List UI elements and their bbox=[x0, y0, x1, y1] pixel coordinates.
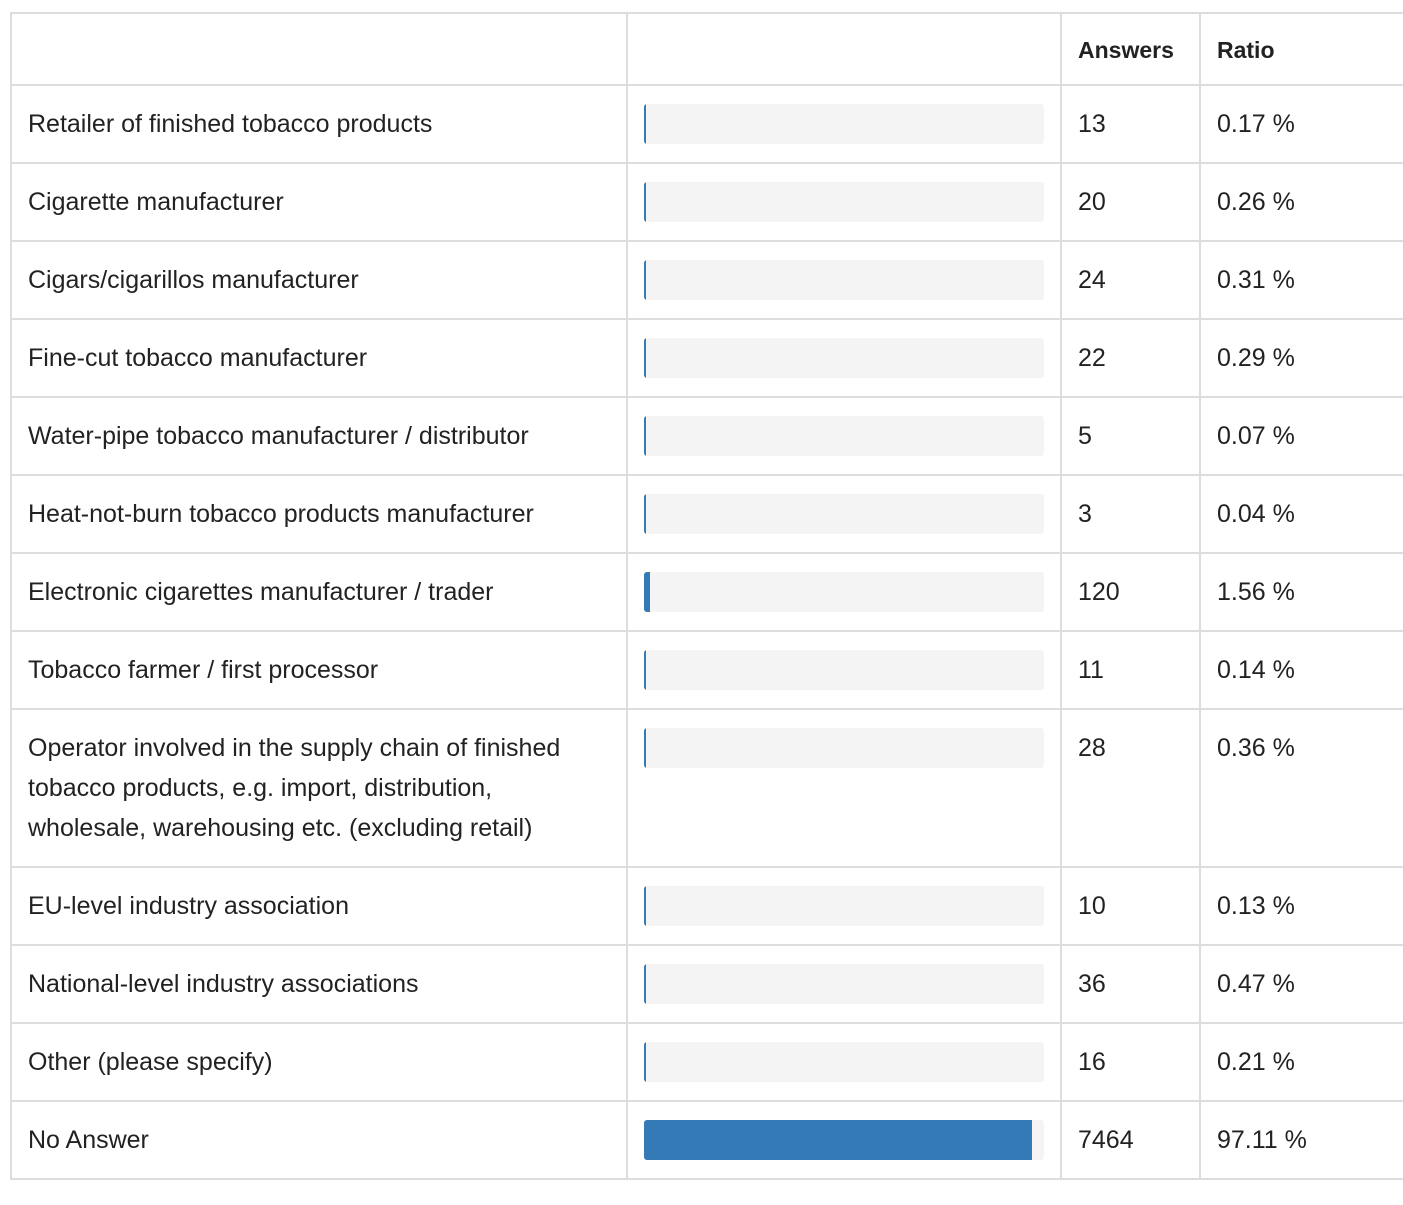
row-bar-cell bbox=[626, 162, 1062, 242]
row-answers: 7464 bbox=[1060, 1100, 1201, 1180]
progress-bar bbox=[644, 494, 1044, 534]
row-bar-cell bbox=[626, 1100, 1062, 1180]
results-table: Answers Ratio Retailer of finished tobac… bbox=[10, 12, 1403, 1180]
row-bar-cell bbox=[626, 866, 1062, 946]
row-answers: 120 bbox=[1060, 552, 1201, 632]
table-row: Heat-not-burn tobacco products manufactu… bbox=[10, 474, 1403, 554]
progress-bar-fill bbox=[644, 728, 646, 768]
progress-bar-fill bbox=[644, 494, 646, 534]
row-answers: 13 bbox=[1060, 84, 1201, 164]
row-answers: 10 bbox=[1060, 866, 1201, 946]
row-label: National-level industry associations bbox=[10, 944, 628, 1024]
progress-bar-fill bbox=[644, 572, 651, 612]
row-answers: 16 bbox=[1060, 1022, 1201, 1102]
row-label: Water-pipe tobacco manufacturer / distri… bbox=[10, 396, 628, 476]
row-ratio: 0.17 % bbox=[1199, 84, 1403, 164]
row-bar-cell bbox=[626, 318, 1062, 398]
row-ratio: 1.56 % bbox=[1199, 552, 1403, 632]
row-bar-cell bbox=[626, 396, 1062, 476]
table-body: Retailer of finished tobacco products 13 0… bbox=[10, 84, 1403, 1180]
progress-bar bbox=[644, 728, 1044, 768]
progress-bar bbox=[644, 650, 1044, 690]
row-bar-cell bbox=[626, 474, 1062, 554]
table-row: Cigarette manufacturer 20 0.26 % bbox=[10, 162, 1403, 242]
row-bar-cell bbox=[626, 240, 1062, 320]
progress-bar bbox=[644, 104, 1044, 144]
row-bar-cell bbox=[626, 84, 1062, 164]
row-bar-cell bbox=[626, 944, 1062, 1024]
progress-bar-fill bbox=[644, 886, 646, 926]
row-label: Operator involved in the supply chain of… bbox=[10, 708, 628, 868]
row-label: Retailer of finished tobacco products bbox=[10, 84, 628, 164]
table-row: National-level industry associations 36 0.… bbox=[10, 944, 1403, 1024]
row-label: Tobacco farmer / first processor bbox=[10, 630, 628, 710]
row-label: EU-level industry association bbox=[10, 866, 628, 946]
progress-bar bbox=[644, 964, 1044, 1004]
progress-bar-fill bbox=[644, 416, 646, 456]
progress-bar-fill bbox=[644, 650, 646, 690]
row-answers: 24 bbox=[1060, 240, 1201, 320]
header-label bbox=[10, 12, 628, 86]
header-bar bbox=[626, 12, 1062, 86]
table-row: Cigars/cigarillos manufacturer 24 0.31 % bbox=[10, 240, 1403, 320]
row-bar-cell bbox=[626, 552, 1062, 632]
progress-bar-fill bbox=[644, 182, 646, 222]
row-ratio: 0.21 % bbox=[1199, 1022, 1403, 1102]
progress-bar bbox=[644, 260, 1044, 300]
table-row: EU-level industry association 10 0.13 % bbox=[10, 866, 1403, 946]
row-answers: 28 bbox=[1060, 708, 1201, 868]
progress-bar bbox=[644, 182, 1044, 222]
row-ratio: 0.47 % bbox=[1199, 944, 1403, 1024]
table-row: Fine-cut tobacco manufacturer 22 0.29 % bbox=[10, 318, 1403, 398]
table-row: Other (please specify) 16 0.21 % bbox=[10, 1022, 1403, 1102]
progress-bar-fill bbox=[644, 1120, 1033, 1160]
table-row: Water-pipe tobacco manufacturer / distri… bbox=[10, 396, 1403, 476]
progress-bar bbox=[644, 572, 1044, 612]
row-ratio: 0.04 % bbox=[1199, 474, 1403, 554]
row-label: No Answer bbox=[10, 1100, 628, 1180]
progress-bar bbox=[644, 1042, 1044, 1082]
table-row: Operator involved in the supply chain of… bbox=[10, 708, 1403, 868]
table-row: Electronic cigarettes manufacturer / tra… bbox=[10, 552, 1403, 632]
row-ratio: 97.11 % bbox=[1199, 1100, 1403, 1180]
progress-bar-fill bbox=[644, 260, 646, 300]
progress-bar bbox=[644, 416, 1044, 456]
row-ratio: 0.26 % bbox=[1199, 162, 1403, 242]
row-ratio: 0.13 % bbox=[1199, 866, 1403, 946]
row-label: Cigars/cigarillos manufacturer bbox=[10, 240, 628, 320]
table-row: No Answer 7464 97.11 % bbox=[10, 1100, 1403, 1180]
progress-bar-fill bbox=[644, 338, 646, 378]
row-ratio: 0.31 % bbox=[1199, 240, 1403, 320]
table-row: Tobacco farmer / first processor 11 0.14 % bbox=[10, 630, 1403, 710]
progress-bar-fill bbox=[644, 104, 646, 144]
row-answers: 36 bbox=[1060, 944, 1201, 1024]
progress-bar-fill bbox=[644, 1042, 646, 1082]
row-bar-cell bbox=[626, 708, 1062, 868]
row-answers: 20 bbox=[1060, 162, 1201, 242]
progress-bar bbox=[644, 886, 1044, 926]
row-label: Heat-not-burn tobacco products manufactu… bbox=[10, 474, 628, 554]
row-bar-cell bbox=[626, 630, 1062, 710]
row-ratio: 0.36 % bbox=[1199, 708, 1403, 868]
table-row: Retailer of finished tobacco products 13 0… bbox=[10, 84, 1403, 164]
row-label: Electronic cigarettes manufacturer / tra… bbox=[10, 552, 628, 632]
row-bar-cell bbox=[626, 1022, 1062, 1102]
row-label: Other (please specify) bbox=[10, 1022, 628, 1102]
table-header-row: Answers Ratio bbox=[10, 12, 1403, 86]
row-label: Cigarette manufacturer bbox=[10, 162, 628, 242]
progress-bar-fill bbox=[644, 964, 646, 1004]
row-ratio: 0.14 % bbox=[1199, 630, 1403, 710]
row-answers: 3 bbox=[1060, 474, 1201, 554]
header-answers: Answers bbox=[1060, 12, 1201, 86]
row-ratio: 0.07 % bbox=[1199, 396, 1403, 476]
progress-bar bbox=[644, 338, 1044, 378]
row-label: Fine-cut tobacco manufacturer bbox=[10, 318, 628, 398]
row-ratio: 0.29 % bbox=[1199, 318, 1403, 398]
row-answers: 11 bbox=[1060, 630, 1201, 710]
header-ratio: Ratio bbox=[1199, 12, 1403, 86]
row-answers: 22 bbox=[1060, 318, 1201, 398]
progress-bar bbox=[644, 1120, 1044, 1160]
row-answers: 5 bbox=[1060, 396, 1201, 476]
